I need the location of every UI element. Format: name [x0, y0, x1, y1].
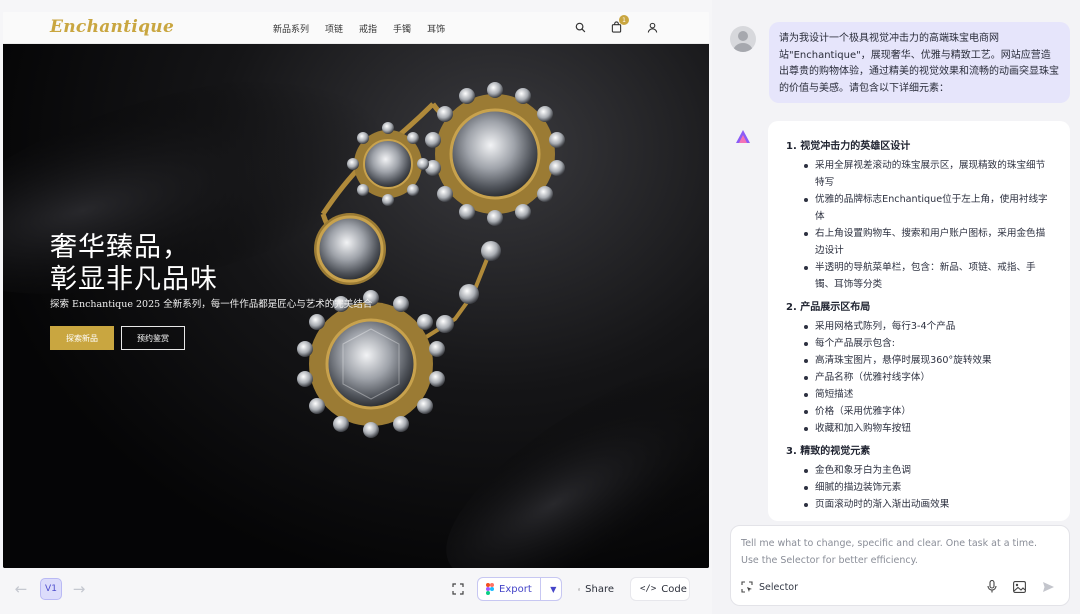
- selector-icon: [741, 581, 753, 593]
- code-icon: </>: [640, 584, 657, 594]
- user-avatar: [730, 26, 756, 52]
- hero-section: 奢华臻品， 彰显非凡品味 探索 Enchantique 2025 全新系列，每一…: [3, 44, 709, 568]
- placeholder-line2: Use the Selector for better efficiency.: [741, 555, 918, 566]
- share-button[interactable]: Share: [569, 577, 623, 601]
- back-arrow-icon[interactable]: ←: [10, 578, 32, 600]
- list-item: 收藏和加入购物车按钮: [804, 420, 1054, 437]
- list-item: 产品名称（优雅衬线字体）: [804, 369, 1054, 386]
- search-icon[interactable]: [573, 20, 587, 34]
- selector-label: Selector: [759, 581, 799, 593]
- section-title: 1. 视觉冲击力的英雄区设计: [786, 141, 911, 152]
- hero-title: 奢华臻品， 彰显非凡品味: [50, 232, 218, 296]
- figma-icon: [486, 583, 494, 595]
- list-item: 简短描述: [804, 386, 1054, 403]
- microphone-icon[interactable]: [987, 580, 997, 593]
- brand-logo[interactable]: Enchantique: [50, 17, 174, 37]
- section-title: 3. 精致的视觉元素: [786, 446, 871, 457]
- site-menu: 新品系列 项链 戒指 手镯 耳饰: [273, 22, 445, 35]
- menu-item-bracelet[interactable]: 手镯: [393, 22, 411, 35]
- list-item: 优雅的品牌标志Enchantique位于左上角，使用衬线字体: [804, 191, 1054, 225]
- list-item: 价格（采用优雅字体）: [804, 403, 1054, 420]
- code-label: Code: [661, 583, 687, 595]
- hero-title-line2: 彰显非凡品味: [50, 264, 218, 295]
- chat-panel: 请为我设计一个极具视觉冲击力的高端珠宝电商网站"Enchantique"，展现奢…: [712, 0, 1080, 614]
- list-item: 采用网格式陈列，每行3-4个产品: [804, 318, 1054, 335]
- list-item: 半透明的导航菜单栏，包含：新品、项链、戒指、手镯、耳饰等分类: [804, 259, 1054, 293]
- chat-input[interactable]: Tell me what to change, specific and cle…: [730, 525, 1070, 606]
- site-navbar: Enchantique 新品系列 项链 戒指 手镯 耳饰 1: [3, 12, 709, 44]
- preview-toolbar: ← V1 → Export ▼ Share </> Code: [0, 572, 712, 606]
- menu-item-necklace[interactable]: 项链: [325, 22, 343, 35]
- menu-item-earring[interactable]: 耳饰: [427, 22, 445, 35]
- assistant-response: 1. 视觉冲击力的英雄区设计 采用全屏视差滚动的珠宝展示区，展现精致的珠宝细节特…: [768, 121, 1070, 521]
- preview-panel: Enchantique 新品系列 项链 戒指 手镯 耳饰 1 奢华臻品， 彰显非…: [0, 0, 712, 614]
- assistant-logo-icon: [736, 130, 750, 143]
- list-item: 高清珠宝图片，悬停时展现360°旋转效果: [804, 352, 1054, 369]
- section-list: 采用网格式陈列，每行3-4个产品 每个产品展示包含: 高清珠宝图片，悬停时展现3…: [804, 318, 1070, 437]
- list-item: 采用全屏视差滚动的珠宝展示区，展现精致的珠宝细节特写: [804, 157, 1054, 191]
- fullscreen-button[interactable]: [446, 577, 470, 601]
- shopping-bag-icon[interactable]: 1: [609, 15, 629, 34]
- chevron-down-icon[interactable]: ▼: [546, 578, 561, 600]
- image-upload-icon[interactable]: [1013, 580, 1026, 593]
- explore-new-button[interactable]: 探索新品: [50, 326, 114, 350]
- section-list: 金色和象牙白为主色调 细腻的描边装饰元素 页面滚动时的渐入渐出动画效果: [804, 462, 1070, 513]
- hero-subtitle: 探索 Enchantique 2025 全新系列，每一件作品都是匠心与艺术的完美…: [50, 299, 373, 310]
- selector-button[interactable]: Selector: [741, 581, 798, 593]
- list-item: 页面滚动时的渐入渐出动画效果: [804, 496, 1054, 513]
- section-list: 采用全屏视差滚动的珠宝展示区，展现精致的珠宝细节特写 优雅的品牌标志Enchan…: [804, 157, 1070, 293]
- share-icon: [578, 588, 581, 590]
- forward-arrow-icon[interactable]: →: [68, 578, 90, 600]
- version-badge[interactable]: V1: [40, 578, 62, 600]
- menu-item-ring[interactable]: 戒指: [359, 22, 377, 35]
- fullscreen-icon: [452, 583, 464, 595]
- export-button[interactable]: Export ▼: [477, 577, 562, 601]
- list-item: 右上角设置购物车、搜索和用户账户图标，采用金色描边设计: [804, 225, 1054, 259]
- send-icon[interactable]: [1042, 581, 1055, 593]
- hero-title-line1: 奢华臻品，: [50, 232, 190, 263]
- user-avatar-icon: [733, 31, 753, 52]
- code-button[interactable]: </> Code: [630, 577, 690, 601]
- section-title: 2. 产品展示区布局: [786, 302, 871, 313]
- list-item: 细腻的描边装饰元素: [804, 479, 1054, 496]
- user-message: 请为我设计一个极具视觉冲击力的高端珠宝电商网站"Enchantique"，展现奢…: [769, 22, 1070, 103]
- nav-icons: 1: [573, 15, 659, 34]
- cart-count-badge: 1: [619, 15, 629, 25]
- export-label: Export: [499, 583, 532, 595]
- website-preview: Enchantique 新品系列 项链 戒指 手镯 耳饰 1 奢华臻品， 彰显非…: [3, 12, 709, 568]
- input-actions: [987, 580, 1055, 593]
- list-item: 每个产品展示包含:: [804, 335, 1054, 352]
- list-item: 金色和象牙白为主色调: [804, 462, 1054, 479]
- placeholder-line1: Tell me what to change, specific and cle…: [741, 538, 1038, 549]
- menu-item-new[interactable]: 新品系列: [273, 22, 309, 35]
- chat-input-placeholder: Tell me what to change, specific and cle…: [741, 535, 1041, 569]
- share-label: Share: [585, 583, 614, 595]
- book-viewing-button[interactable]: 预约鉴赏: [121, 326, 185, 350]
- user-icon[interactable]: [645, 20, 659, 34]
